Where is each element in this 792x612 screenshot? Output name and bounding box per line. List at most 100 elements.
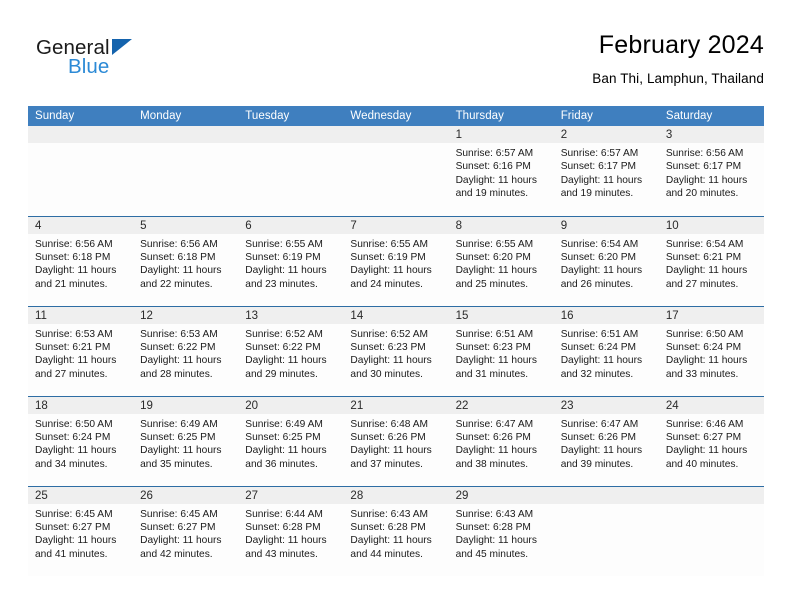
day-detail-line: Daylight: 11 hours bbox=[140, 265, 222, 277]
day-detail-line: Sunset: 6:18 PM bbox=[35, 251, 111, 263]
day-cell[interactable]: 3 Sunrise: 6:56 AM Sunset: 6:17 PM Daylight… bbox=[658, 126, 764, 216]
title-block: February 2024 Ban Thi, Lamphun, Thailand bbox=[592, 30, 764, 89]
day-cell[interactable]: 16 Sunrise: 6:51 AM Sunset: 6:24 PM Dayligh… bbox=[553, 305, 659, 396]
day-detail-line: Sunrise: 6:51 AM bbox=[560, 328, 639, 340]
day-number: 15 bbox=[448, 306, 554, 324]
empty-day-cell bbox=[238, 126, 344, 216]
day-cell[interactable]: 26 Sunrise: 6:45 AM Sunset: 6:27 PM Dayligh… bbox=[133, 485, 239, 576]
day-details bbox=[28, 143, 133, 147]
calendar-table: Sunday Monday Tuesday Wednesday Thursday Frid… bbox=[28, 106, 764, 576]
day-detail-line: Sunset: 6:17 PM bbox=[560, 161, 637, 173]
day-cell[interactable]: 8 Sunrise: 6:55 AM Sunset: 6:20 PM Daylight… bbox=[448, 215, 554, 306]
day-detail-line: Sunrise: 6:45 AM bbox=[35, 508, 113, 520]
day-detail-line: Sunset: 6:19 PM bbox=[245, 251, 321, 263]
day-cell[interactable]: 21 Sunrise: 6:48 AM Sunset: 6:26 PM Dayligh… bbox=[343, 395, 449, 486]
day-number: 28 bbox=[343, 486, 449, 504]
day-detail-line: Daylight: 11 hours bbox=[665, 355, 748, 367]
day-number: 18 bbox=[28, 396, 134, 414]
day-detail-line: Sunrise: 6:57 AM bbox=[560, 148, 639, 159]
day-cell[interactable]: 10 Sunrise: 6:54 AM Sunset: 6:21 PM Dayligh… bbox=[658, 215, 764, 306]
day-cell[interactable]: 27 Sunrise: 6:44 AM Sunset: 6:28 PM Dayligh… bbox=[238, 485, 344, 576]
day-detail-line: Sunset: 6:28 PM bbox=[455, 521, 531, 533]
day-cell[interactable]: 28 Sunrise: 6:43 AM Sunset: 6:28 PM Dayligh… bbox=[343, 485, 449, 576]
day-cell[interactable]: 18 Sunrise: 6:50 AM Sunset: 6:24 PM Dayligh… bbox=[28, 395, 134, 486]
day-detail-line: Sunrise: 6:47 AM bbox=[560, 418, 639, 430]
day-details: Sunrise: 6:51 AM Sunset: 6:23 PM Daylight:… bbox=[449, 324, 554, 382]
day-detail-line: Sunrise: 6:51 AM bbox=[455, 328, 534, 340]
day-detail-line: Sunset: 6:22 PM bbox=[245, 341, 321, 353]
day-detail-line: and 21 minutes. bbox=[35, 278, 108, 290]
day-detail-line: and 19 minutes. bbox=[560, 188, 634, 200]
day-cell[interactable]: 7 Sunrise: 6:55 AM Sunset: 6:19 PM Daylight… bbox=[343, 215, 449, 306]
day-detail-line: Sunset: 6:20 PM bbox=[560, 251, 637, 263]
page-subtitle: Ban Thi, Lamphun, Thailand bbox=[592, 71, 764, 86]
day-details: Sunrise: 6:52 AM Sunset: 6:22 PM Daylight:… bbox=[238, 324, 343, 382]
day-detail-line: and 26 minutes. bbox=[560, 278, 634, 290]
day-detail-line: Sunrise: 6:46 AM bbox=[665, 418, 744, 430]
day-cell[interactable]: 20 Sunrise: 6:49 AM Sunset: 6:25 PM Dayligh… bbox=[238, 395, 344, 486]
day-detail-line: and 37 minutes. bbox=[350, 458, 423, 470]
calendar-header-row: Sunday Monday Tuesday Wednesday Thursday Frid… bbox=[28, 106, 764, 126]
day-detail-line: Sunset: 6:22 PM bbox=[140, 341, 216, 353]
day-detail-line: and 24 minutes. bbox=[350, 278, 423, 290]
day-cell[interactable]: 29 Sunrise: 6:43 AM Sunset: 6:28 PM Dayligh… bbox=[448, 485, 554, 576]
day-detail-line: Daylight: 11 hours bbox=[350, 265, 432, 277]
day-cell[interactable]: 13 Sunrise: 6:52 AM Sunset: 6:22 PM Dayligh… bbox=[238, 305, 344, 396]
day-cell[interactable]: 24 Sunrise: 6:46 AM Sunset: 6:27 PM Dayligh… bbox=[658, 395, 764, 486]
day-cell[interactable]: 22 Sunrise: 6:47 AM Sunset: 6:26 PM Dayligh… bbox=[448, 395, 554, 486]
empty-day-cell bbox=[658, 485, 764, 576]
day-cell[interactable]: 17 Sunrise: 6:50 AM Sunset: 6:24 PM Dayligh… bbox=[658, 305, 764, 396]
day-detail-line: Sunrise: 6:53 AM bbox=[140, 328, 218, 340]
day-detail-line: Sunrise: 6:47 AM bbox=[455, 418, 534, 430]
day-details: Sunrise: 6:50 AM Sunset: 6:24 PM Daylight:… bbox=[659, 324, 764, 382]
day-cell[interactable]: 25 Sunrise: 6:45 AM Sunset: 6:27 PM Dayligh… bbox=[28, 485, 134, 576]
weekday-header-friday: Friday bbox=[553, 106, 659, 126]
triangle-icon bbox=[112, 39, 132, 55]
day-detail-line: Sunset: 6:27 PM bbox=[665, 431, 742, 443]
empty-day-cell bbox=[553, 485, 659, 576]
day-details bbox=[343, 143, 448, 147]
day-detail-line: and 25 minutes. bbox=[455, 278, 529, 290]
day-detail-line: Daylight: 11 hours bbox=[455, 265, 537, 277]
day-detail-line: Sunset: 6:25 PM bbox=[140, 431, 216, 443]
weekday-header-monday: Monday bbox=[133, 106, 239, 126]
day-details bbox=[659, 504, 764, 508]
day-detail-line: and 19 minutes. bbox=[455, 188, 529, 200]
day-detail-line: Sunset: 6:26 PM bbox=[560, 431, 637, 443]
page-header: General Blue February 2024 Ban Thi, Lamp… bbox=[28, 30, 764, 98]
day-detail-line: Sunrise: 6:48 AM bbox=[350, 418, 429, 430]
day-detail-line: Sunset: 6:27 PM bbox=[140, 521, 216, 533]
day-detail-line: Sunrise: 6:56 AM bbox=[665, 148, 744, 159]
weekday-header-tuesday: Tuesday bbox=[238, 106, 344, 126]
day-number: 12 bbox=[133, 306, 239, 324]
day-cell[interactable]: 14 Sunrise: 6:52 AM Sunset: 6:23 PM Dayligh… bbox=[343, 305, 449, 396]
empty-day-cell bbox=[28, 126, 134, 216]
day-cell[interactable]: 11 Sunrise: 6:53 AM Sunset: 6:21 PM Dayligh… bbox=[28, 305, 134, 396]
day-cell[interactable]: 9 Sunrise: 6:54 AM Sunset: 6:20 PM Daylight… bbox=[553, 215, 659, 306]
day-cell[interactable]: 23 Sunrise: 6:47 AM Sunset: 6:26 PM Dayligh… bbox=[553, 395, 659, 486]
day-detail-line: and 28 minutes. bbox=[140, 368, 213, 380]
day-details bbox=[554, 504, 659, 508]
day-detail-line: Sunrise: 6:53 AM bbox=[35, 328, 113, 340]
day-cell[interactable]: 6 Sunrise: 6:55 AM Sunset: 6:19 PM Daylight… bbox=[238, 215, 344, 306]
day-cell[interactable]: 1 Sunrise: 6:57 AM Sunset: 6:16 PM Daylight… bbox=[448, 126, 554, 216]
day-details: Sunrise: 6:56 AM Sunset: 6:18 PM Daylight:… bbox=[133, 234, 238, 292]
day-details: Sunrise: 6:54 AM Sunset: 6:20 PM Daylight:… bbox=[554, 234, 659, 292]
day-details: Sunrise: 6:55 AM Sunset: 6:19 PM Daylight:… bbox=[238, 234, 343, 292]
day-cell[interactable]: 5 Sunrise: 6:56 AM Sunset: 6:18 PM Daylight… bbox=[133, 215, 239, 306]
day-number: 3 bbox=[658, 126, 764, 143]
day-details: Sunrise: 6:47 AM Sunset: 6:26 PM Daylight:… bbox=[554, 414, 659, 472]
day-detail-line: Daylight: 11 hours bbox=[35, 445, 117, 457]
day-cell[interactable]: 15 Sunrise: 6:51 AM Sunset: 6:23 PM Dayligh… bbox=[448, 305, 554, 396]
day-cell[interactable]: 4 Sunrise: 6:56 AM Sunset: 6:18 PM Daylight… bbox=[28, 215, 134, 306]
day-cell[interactable]: 19 Sunrise: 6:49 AM Sunset: 6:25 PM Dayligh… bbox=[133, 395, 239, 486]
day-detail-line: and 41 minutes. bbox=[35, 548, 108, 560]
day-cell[interactable]: 12 Sunrise: 6:53 AM Sunset: 6:22 PM Dayligh… bbox=[133, 305, 239, 396]
day-cell[interactable]: 2 Sunrise: 6:57 AM Sunset: 6:17 PM Daylight… bbox=[553, 126, 659, 216]
day-number bbox=[343, 126, 449, 143]
day-detail-line: Daylight: 11 hours bbox=[35, 355, 117, 367]
day-number: 21 bbox=[343, 396, 449, 414]
page-title: February 2024 bbox=[598, 31, 764, 59]
day-number: 9 bbox=[553, 216, 659, 234]
day-detail-line: Daylight: 11 hours bbox=[350, 445, 432, 457]
